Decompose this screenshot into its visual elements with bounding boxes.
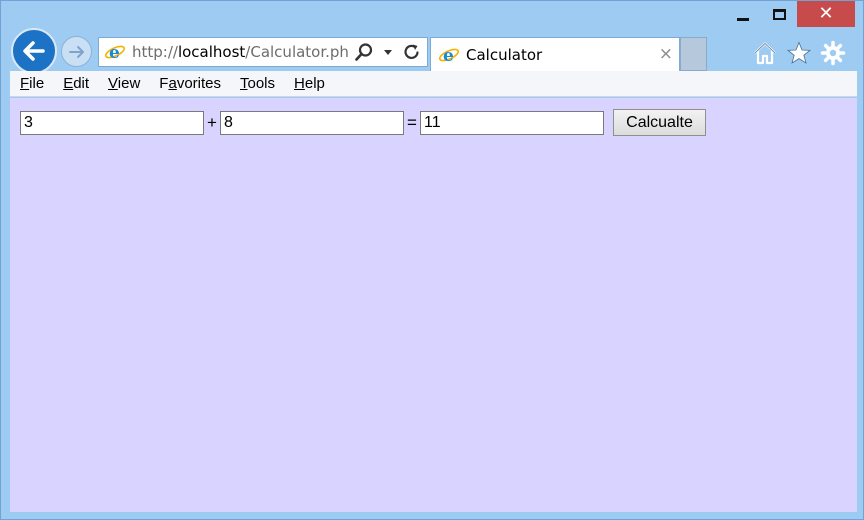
arrow-left-icon — [23, 41, 45, 61]
ie-logo-icon: e — [104, 43, 126, 63]
close-window-button[interactable]: ✕ — [797, 1, 855, 27]
home-icon — [754, 42, 776, 65]
maximize-button[interactable] — [761, 1, 797, 27]
menu-help[interactable]: Help — [294, 75, 325, 92]
operator-label: + — [207, 112, 217, 132]
page-content: + = Calcualte — [10, 98, 857, 512]
maximize-icon — [772, 8, 786, 20]
svg-text:e: e — [109, 43, 120, 63]
refresh-icon — [404, 44, 419, 59]
back-button[interactable] — [11, 28, 57, 74]
favorites-button[interactable] — [785, 39, 813, 67]
home-button[interactable] — [751, 39, 779, 67]
result-input[interactable] — [420, 110, 604, 135]
close-tab-icon[interactable]: × — [659, 44, 673, 64]
menu-bar: File Edit View Favorites Tools Help — [10, 71, 857, 97]
tools-button[interactable] — [819, 39, 847, 67]
forward-button[interactable] — [61, 36, 92, 67]
menu-tools[interactable]: Tools — [240, 75, 275, 92]
menu-view[interactable]: View — [108, 75, 140, 92]
star-icon — [786, 41, 812, 64]
address-dropdown-button[interactable] — [376, 40, 400, 64]
menu-favorites[interactable]: Favorites — [159, 75, 221, 92]
refresh-button[interactable] — [400, 40, 424, 64]
menu-file[interactable]: File — [20, 75, 44, 92]
new-tab-button[interactable] — [680, 37, 707, 71]
calculate-button[interactable]: Calcualte — [613, 109, 706, 136]
search-icon — [355, 43, 373, 61]
search-button[interactable] — [352, 40, 376, 64]
tab-calculator[interactable]: e Calculator × — [430, 37, 680, 71]
url-host: localhost — [177, 43, 246, 61]
address-bar[interactable]: e http://localhost/Calculator.php?> — [98, 37, 428, 67]
arrow-right-icon — [68, 45, 84, 58]
ie-logo-icon: e — [438, 46, 460, 66]
url-prefix: http:// — [132, 43, 178, 61]
minimize-icon — [737, 17, 749, 21]
operand2-input[interactable] — [220, 110, 404, 135]
calculator-form: + = Calcualte — [20, 109, 706, 136]
browser-window: ✕ e http://localhost/Calculator.php?> — [0, 0, 864, 520]
operand1-input[interactable] — [20, 110, 204, 135]
url-text[interactable]: http://localhost/Calculator.php?> — [132, 43, 350, 61]
chevron-down-icon — [384, 50, 392, 55]
svg-text:e: e — [443, 46, 454, 66]
toolbar-icons — [751, 39, 847, 67]
address-tools — [352, 40, 424, 64]
menu-edit[interactable]: Edit — [63, 75, 89, 92]
url-path: /Calculator.php?> — [245, 43, 350, 61]
gear-icon — [820, 40, 846, 66]
close-icon: ✕ — [818, 3, 834, 24]
window-controls: ✕ — [725, 1, 855, 28]
minimize-button[interactable] — [725, 1, 761, 27]
tab-title: Calculator — [466, 45, 543, 64]
equals-label: = — [407, 112, 417, 132]
